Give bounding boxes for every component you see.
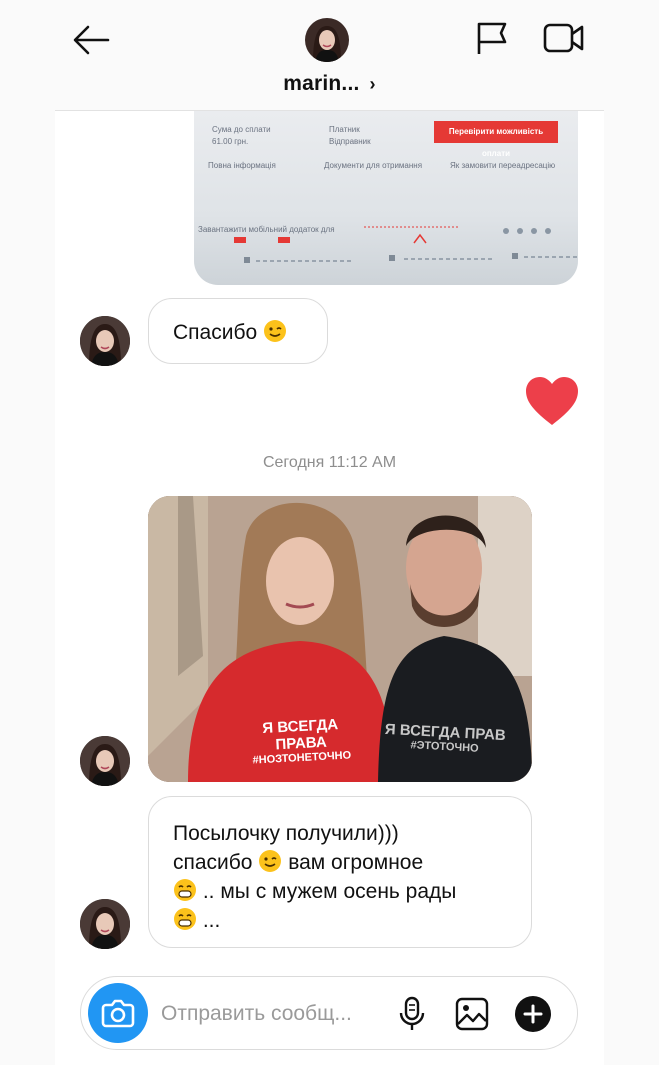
payer-value: Відправник [329, 137, 371, 146]
right-margin [604, 0, 659, 1065]
sender-avatar[interactable] [80, 899, 130, 949]
chat-header: marin... › [55, 0, 604, 111]
grin-emoji-icon [173, 878, 197, 902]
message-line: .. мы с мужем осень рады [173, 877, 511, 906]
message-composer [80, 976, 578, 1050]
plus-icon [523, 1004, 543, 1024]
camera-button[interactable] [88, 983, 148, 1043]
gallery-icon[interactable] [455, 997, 489, 1031]
shipment-screenshot-image[interactable]: Сума до сплати 61.00 грн. Платник Відпра… [194, 111, 578, 285]
message-line: спасибо вам огромное [173, 849, 424, 874]
video-camera-icon[interactable] [542, 20, 586, 56]
chevron-right-icon: › [369, 74, 376, 94]
wink-emoji-icon [258, 849, 282, 873]
amount-value: 61.00 грн. [212, 137, 249, 146]
full-info-label: Повна інформація [208, 161, 276, 170]
plus-button[interactable] [515, 996, 551, 1032]
timestamp-label: Сегодня 11:12 AM [262, 454, 397, 471]
shirt-text-left: Я ВСЕГДА ПРАВА #НОЗТОНЕТОЧНО [252, 716, 352, 767]
message-text: Спасибо [173, 321, 258, 344]
shared-photo[interactable]: Я ВСЕГДА ПРАВА #НОЗТОНЕТОЧНО Я ВСЕГДА ПР… [148, 496, 532, 782]
username-label: marin... [283, 72, 360, 95]
sender-avatar[interactable] [80, 736, 130, 786]
message-bubble[interactable]: Спасибо [148, 298, 328, 364]
heart-icon[interactable] [524, 375, 580, 427]
wink-emoji-icon [263, 319, 287, 343]
left-margin [0, 0, 55, 1065]
document-details-graphic [234, 226, 578, 263]
camera-icon [101, 999, 135, 1028]
check-payment-button: Перевірити можливість оплати [434, 121, 558, 158]
message-bubble[interactable]: Посылочку получили))) спасибо вам огромн… [148, 796, 532, 948]
header-avatar[interactable] [305, 18, 349, 62]
payer-label: Платник [329, 125, 360, 134]
redirect-label: Як замовити переадресацію [450, 161, 556, 170]
message-line: ... [173, 906, 511, 935]
back-arrow-icon[interactable] [70, 18, 114, 62]
message-line: Посылочку получили))) [173, 822, 399, 845]
message-thread[interactable]: Сума до сплати 61.00 грн. Платник Відпра… [55, 111, 604, 971]
documents-label: Документи для отримання [324, 161, 423, 170]
flag-icon[interactable] [473, 18, 513, 58]
conversation-title[interactable]: marin... › [55, 72, 604, 96]
message-input[interactable] [159, 995, 383, 1033]
amount-label: Сума до сплати [212, 125, 271, 134]
grin-emoji-icon [173, 907, 197, 931]
sender-avatar[interactable] [80, 316, 130, 366]
microphone-icon[interactable] [397, 996, 427, 1032]
